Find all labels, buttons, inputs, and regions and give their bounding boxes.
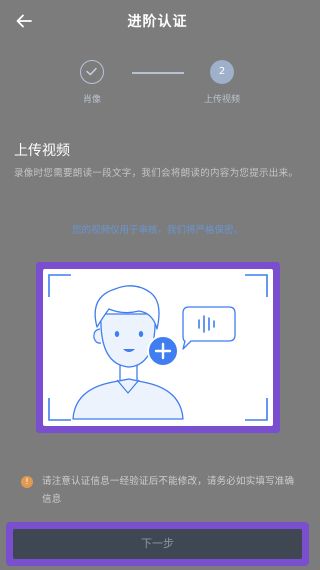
- step-label-upload-video: 上传视频: [203, 95, 240, 105]
- page-title: 进阶认证: [127, 14, 188, 30]
- check-icon: [86, 67, 97, 76]
- add-video-button[interactable]: [147, 335, 179, 367]
- step-completed-indicator: [80, 60, 104, 84]
- instruction-text: 录像时您需要朗读一段文字，我们会将朗读的内容为您提示出来。: [14, 168, 299, 179]
- privacy-notice: 您的视频仅用于审核，我们将严格保密。: [71, 225, 243, 236]
- info-icon: !: [21, 476, 33, 488]
- tip-text: 请注意认证信息一经验证后不能修改，请务必如实填写准确信息: [42, 476, 295, 505]
- section-title: 上传视频: [14, 143, 70, 159]
- step-label-portrait: 肖像: [82, 95, 101, 105]
- plus-icon: [154, 342, 172, 360]
- step-connector: [132, 72, 184, 74]
- step-progress: 2 肖像 上传视频: [0, 60, 315, 110]
- step-active-indicator: 2: [210, 60, 234, 84]
- next-step-button[interactable]: 下一步: [13, 529, 302, 559]
- header-bar: 进阶认证: [0, 0, 315, 42]
- upload-video-area[interactable]: [36, 262, 280, 433]
- next-button-highlight: 下一步: [6, 522, 309, 566]
- upload-card[interactable]: [43, 269, 273, 426]
